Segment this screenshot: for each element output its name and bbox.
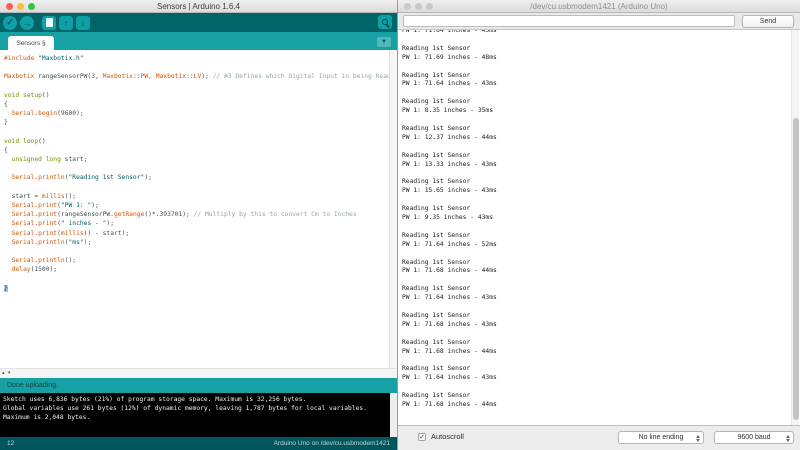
serial-input-field[interactable] xyxy=(403,15,735,27)
new-sketch-button[interactable] xyxy=(42,16,56,30)
stepper-arrows-icon xyxy=(696,435,700,442)
serial-titlebar[interactable]: /dev/cu.usbmodem1421 (Arduino Uno) xyxy=(398,0,800,13)
autoscroll-label: Autoscroll xyxy=(431,432,464,441)
serial-window-title: /dev/cu.usbmodem1421 (Arduino Uno) xyxy=(398,2,800,11)
baud-rate-value: 9600 baud xyxy=(737,434,770,441)
code-editor[interactable]: #include "Maxbotix.h" Maxbotix rangeSens… xyxy=(0,50,397,368)
sketch-code: #include "Maxbotix.h" Maxbotix rangeSens… xyxy=(4,54,391,293)
tab-menu-button[interactable]: ▼ xyxy=(377,37,391,47)
autoscroll-control[interactable]: ✓ Autoscroll xyxy=(418,432,464,441)
ide-titlebar[interactable]: Sensors | Arduino 1.6.4 xyxy=(0,0,397,13)
ide-toolbar: ✓ → ↑ ↓ xyxy=(0,13,397,32)
baud-rate-dropdown[interactable]: 9600 baud xyxy=(714,431,794,444)
window-arduino-ide: Sensors | Arduino 1.6.4 ✓ → ↑ ↓ Sensor xyxy=(0,0,397,450)
right-arrow-icon: → xyxy=(23,18,32,28)
console-scrollbar[interactable] xyxy=(390,393,397,437)
tab-sensors[interactable]: Sensors § xyxy=(8,36,54,50)
board-port-label: Arduino Uno on /dev/cu.usbmodem1421 xyxy=(274,440,390,447)
serial-bottombar: ✓ Autoscroll No line ending 9600 baud xyxy=(398,425,800,450)
line-number: 12 xyxy=(7,440,14,447)
serial-monitor-button[interactable] xyxy=(378,15,392,29)
ide-tabbar: Sensors § ▼ xyxy=(0,32,397,50)
verify-button[interactable]: ✓ xyxy=(3,16,17,30)
upload-button[interactable]: → xyxy=(20,16,34,30)
scrollbar-thumb[interactable] xyxy=(793,118,799,420)
save-sketch-button[interactable]: ↓ xyxy=(76,16,90,30)
check-icon: ✓ xyxy=(6,17,14,28)
desktop: Sensors | Arduino 1.6.4 ✓ → ↑ ↓ Sensor xyxy=(0,0,800,450)
console-output: Sketch uses 6,836 bytes (21%) of program… xyxy=(0,393,397,437)
status-notice-bar: Done uploading. xyxy=(0,378,397,393)
window-serial-monitor: /dev/cu.usbmodem1421 (Arduino Uno) Send … xyxy=(397,0,800,450)
line-ending-dropdown[interactable]: No line ending xyxy=(618,431,704,444)
scroll-arrows-icon: ▴ ▾ xyxy=(2,370,11,376)
editor-horizontal-scrollbar[interactable]: ▴ ▾ xyxy=(0,368,397,378)
document-icon xyxy=(46,18,53,27)
ide-window-title: Sensors | Arduino 1.6.4 xyxy=(0,2,397,11)
editor-vertical-scrollbar[interactable] xyxy=(389,50,397,368)
serial-output: PW 1: 71.64 inches - 43ms Reading 1st Se… xyxy=(398,30,792,425)
stepper-arrows-icon xyxy=(786,435,790,442)
line-ending-value: No line ending xyxy=(639,434,684,441)
ide-statusbar: 12 Arduino Uno on /dev/cu.usbmodem1421 xyxy=(0,437,397,450)
down-arrow-icon: ↓ xyxy=(81,18,86,28)
chevron-down-icon: ▼ xyxy=(381,39,387,45)
serial-scrollbar[interactable] xyxy=(791,30,799,425)
send-button[interactable]: Send xyxy=(742,15,794,28)
magnifier-icon xyxy=(382,19,388,25)
open-sketch-button[interactable]: ↑ xyxy=(59,16,73,30)
autoscroll-checkbox[interactable]: ✓ xyxy=(418,433,426,441)
up-arrow-icon: ↑ xyxy=(64,18,69,28)
serial-send-row: Send xyxy=(398,13,800,30)
